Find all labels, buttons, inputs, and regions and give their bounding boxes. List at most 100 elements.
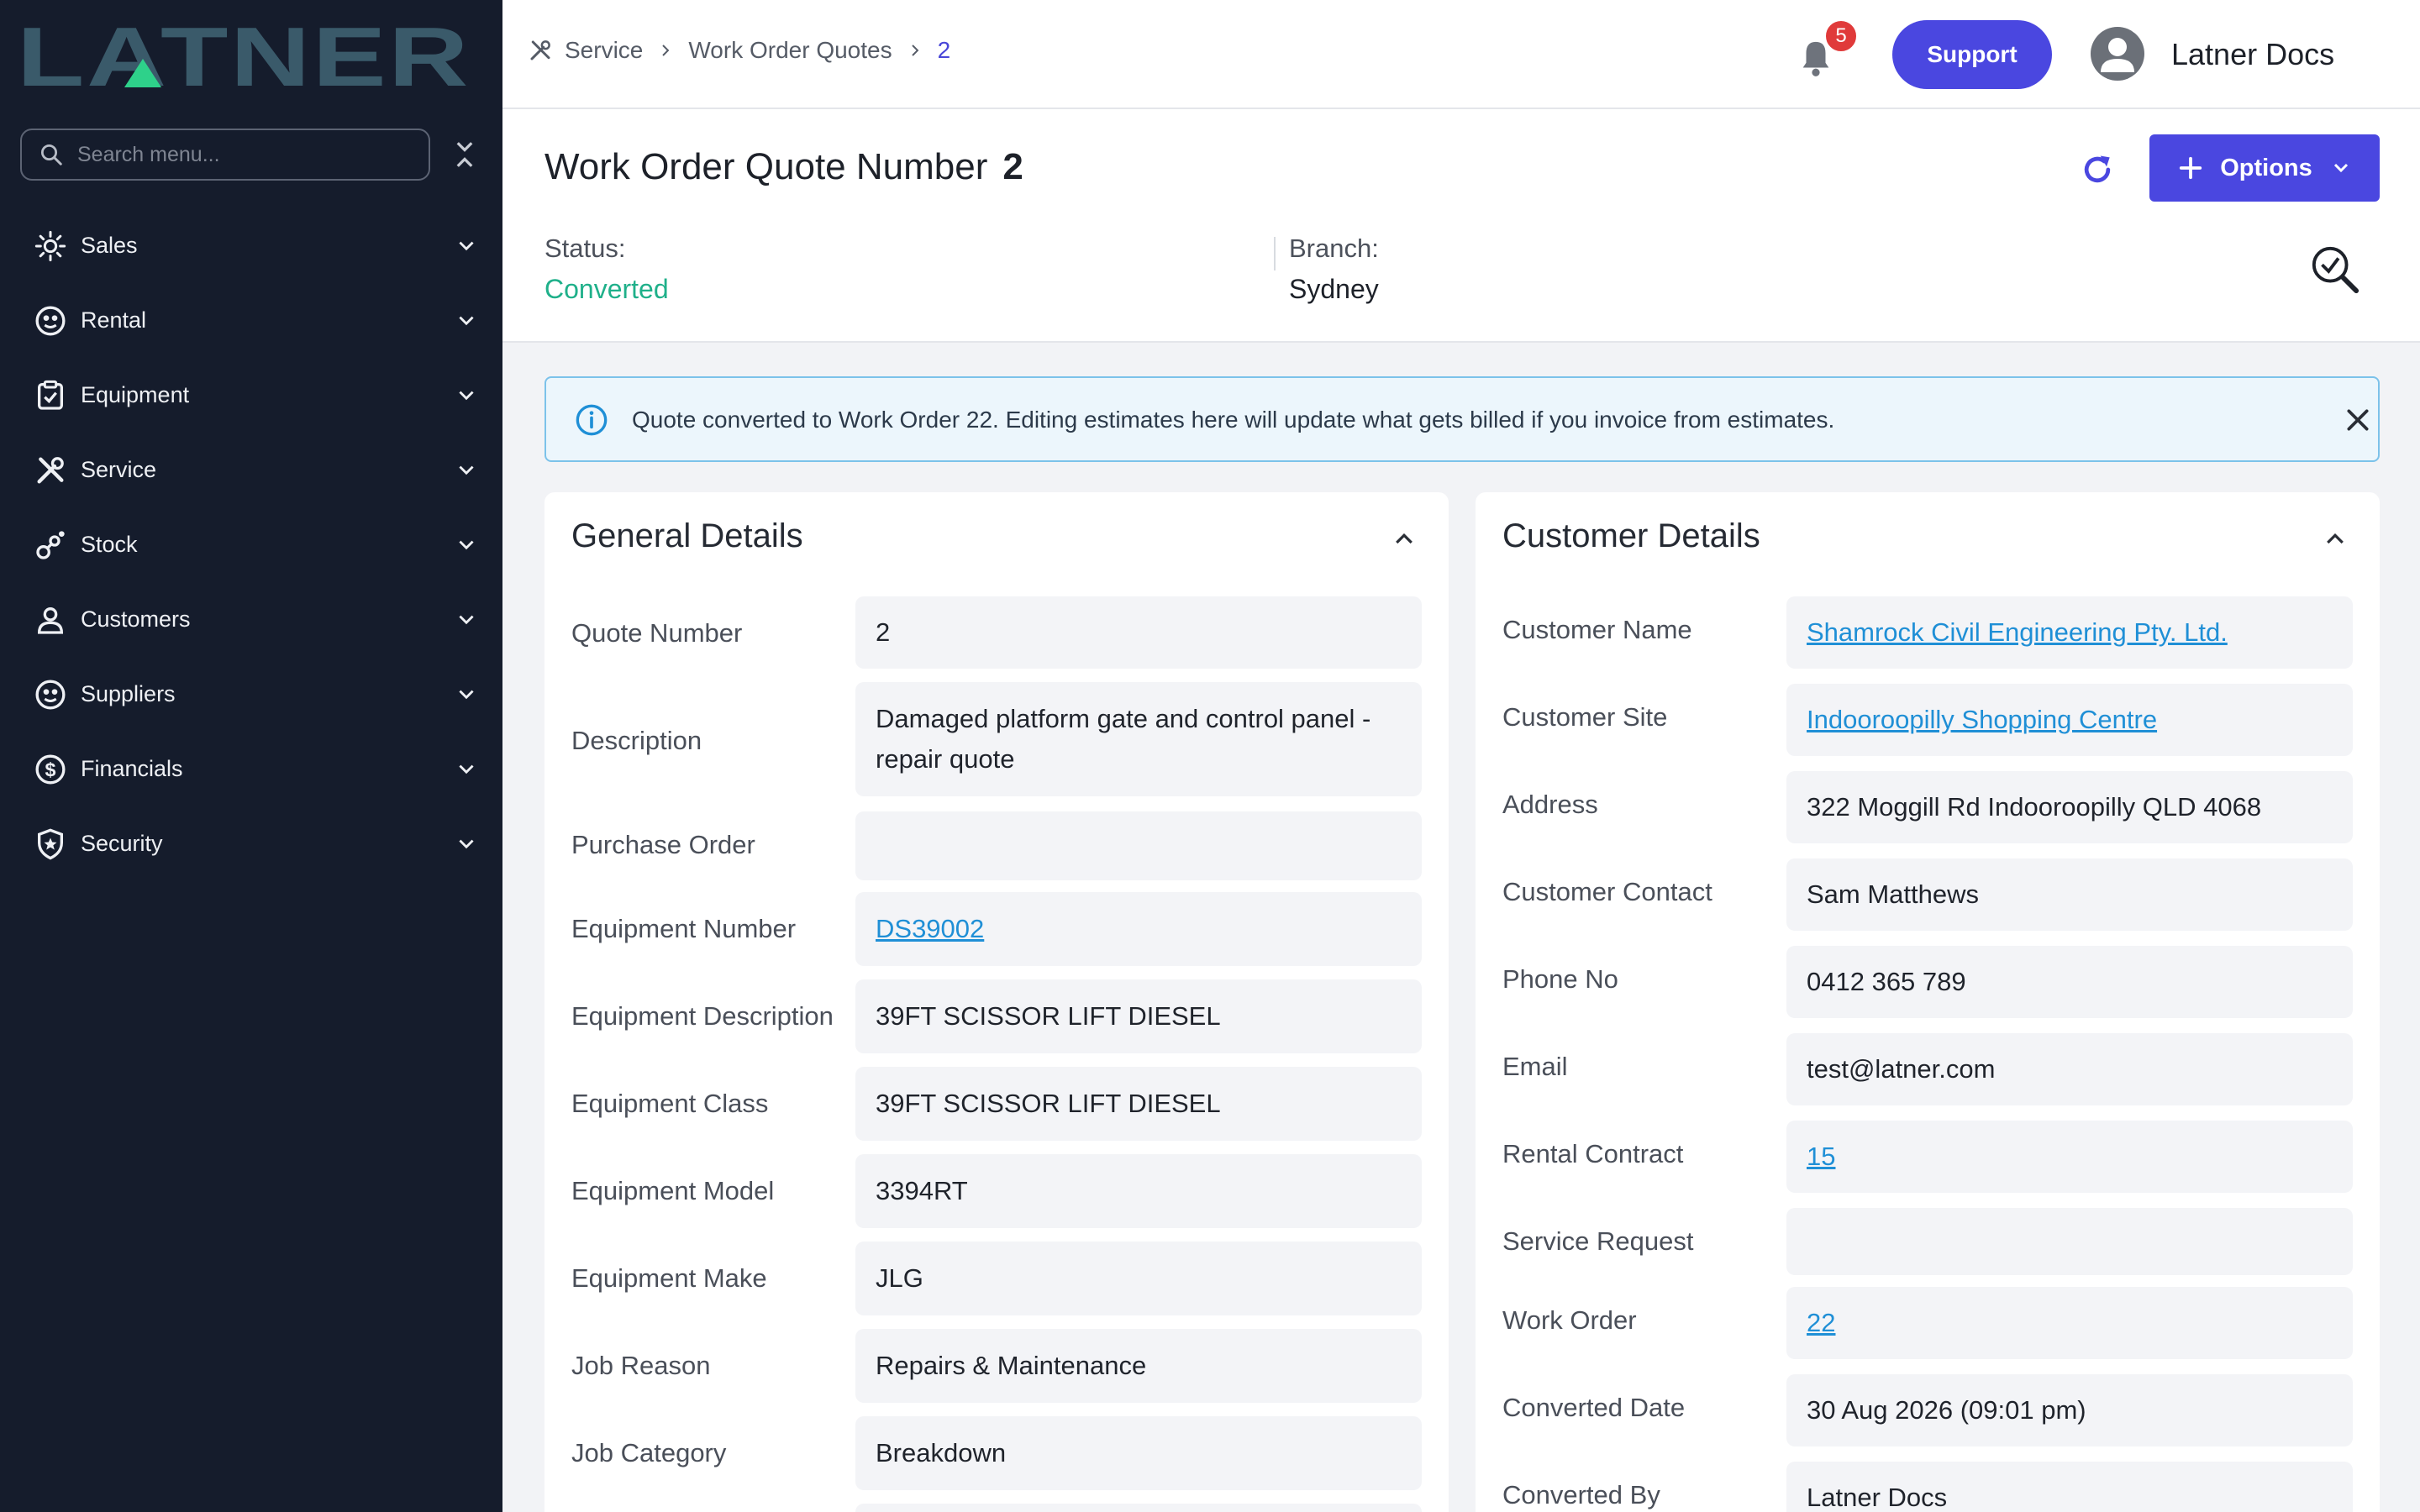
- rental-contract-link[interactable]: 15: [1807, 1137, 1835, 1177]
- equipment-number-field[interactable]: DS39002: [855, 892, 1422, 966]
- sidebar-item-label: Equipment: [81, 382, 190, 407]
- equipment-class-field[interactable]: 39FT SCISSOR LIFT DIESEL: [855, 1067, 1422, 1141]
- sales-icon: [32, 228, 69, 265]
- chevron-down-icon: [459, 241, 474, 251]
- rental-contract-field[interactable]: 15: [1786, 1121, 2353, 1193]
- customer-name-field[interactable]: Shamrock Civil Engineering Pty. Ltd.: [1786, 596, 2353, 669]
- search-menu[interactable]: [20, 129, 430, 181]
- sidebar-item-label: Security: [81, 831, 163, 856]
- sidebar: LATNER Sales Rental Equipment Service: [0, 0, 502, 1512]
- chevron-down-icon: [459, 465, 474, 475]
- next-field[interactable]: [855, 1504, 1422, 1512]
- sidebar-item-security[interactable]: Security: [0, 806, 502, 881]
- job-category-field[interactable]: Breakdown: [855, 1416, 1422, 1490]
- chevron-down-icon: [459, 839, 474, 849]
- sidebar-item-rental[interactable]: Rental: [0, 283, 502, 358]
- breadcrumb-work-order-quotes[interactable]: Work Order Quotes: [688, 37, 892, 64]
- chevron-down-icon: [459, 540, 474, 550]
- options-label: Options: [2220, 154, 2312, 181]
- phone-field[interactable]: 0412 365 789: [1786, 946, 2353, 1018]
- breadcrumb-service[interactable]: Service: [565, 37, 643, 64]
- customer-contact-field[interactable]: Sam Matthews: [1786, 858, 2353, 931]
- search-menu-input[interactable]: [77, 142, 397, 167]
- sidebar-item-sales[interactable]: Sales: [0, 208, 502, 283]
- sidebar-item-suppliers[interactable]: Suppliers: [0, 657, 502, 732]
- refresh-icon[interactable]: [2079, 151, 2116, 188]
- service-request-field[interactable]: [1786, 1208, 2353, 1275]
- status-label: Status:: [544, 234, 626, 263]
- description-field[interactable]: Damaged platform gate and control panel …: [855, 682, 1422, 796]
- status-badge: Converted: [544, 274, 669, 304]
- quote-number: 2: [1002, 146, 1023, 187]
- page-title: Work Order Quote Number 2: [544, 146, 1023, 188]
- sidebar-nav: Sales Rental Equipment Service Stock Cus…: [0, 208, 502, 881]
- support-button[interactable]: Support: [1892, 20, 2052, 89]
- collapse-sidebar-icon[interactable]: [450, 136, 479, 173]
- address-field[interactable]: 322 Moggill Rd Indooroopilly QLD 4068: [1786, 771, 2353, 843]
- field-label: Job Reason: [571, 1351, 711, 1380]
- work-order-link[interactable]: 22: [1807, 1303, 1835, 1343]
- field-label: Converted By: [1502, 1480, 1660, 1509]
- breadcrumb-current: 2: [937, 37, 951, 63]
- sidebar-item-customers[interactable]: Customers: [0, 582, 502, 657]
- equipment-number-link[interactable]: DS39002: [876, 909, 984, 949]
- sidebar-item-service[interactable]: Service: [0, 433, 502, 507]
- quote-number-field[interactable]: 2: [855, 596, 1422, 669]
- breadcrumb: Service Work Order Quotes 2: [528, 37, 950, 64]
- stock-icon: [32, 527, 69, 564]
- field-label: Purchase Order: [571, 830, 755, 859]
- equipment-make-field[interactable]: JLG: [855, 1242, 1422, 1315]
- latner-logo[interactable]: LATNER: [17, 20, 471, 91]
- top-bar: Service Work Order Quotes 2 5 Support La…: [502, 0, 2420, 109]
- user-name[interactable]: Latner Docs: [2171, 37, 2334, 72]
- field-label: Quote Number: [571, 618, 743, 648]
- field-label: Phone No: [1502, 964, 1618, 994]
- chevron-right-icon: [662, 45, 670, 56]
- user-icon: [2101, 38, 2134, 72]
- field-label: Converted Date: [1502, 1393, 1686, 1422]
- chevron-down-icon: [2333, 163, 2348, 173]
- branch-value: Sydney: [1289, 274, 1379, 304]
- chevron-up-icon[interactable]: [2323, 526, 2348, 551]
- customer-details-title: Customer Details: [1502, 517, 1760, 554]
- chevron-down-icon: [459, 615, 474, 625]
- email-field[interactable]: test@latner.com: [1786, 1033, 2353, 1105]
- customer-name-link[interactable]: Shamrock Civil Engineering Pty. Ltd.: [1807, 612, 2228, 653]
- general-details-title: General Details: [571, 517, 803, 554]
- field-label: Service Request: [1502, 1226, 1694, 1256]
- chevron-down-icon: [459, 391, 474, 401]
- plus-icon: [2180, 156, 2202, 180]
- sidebar-item-label: Rental: [81, 307, 147, 333]
- chevron-down-icon: [459, 764, 474, 774]
- sidebar-item-label: Financials: [81, 756, 183, 781]
- chevron-up-icon[interactable]: [1392, 526, 1417, 551]
- field-label: Equipment Class: [571, 1089, 769, 1118]
- page-title-text: Work Order Quote Number: [544, 146, 988, 187]
- equipment-description-field[interactable]: 39FT SCISSOR LIFT DIESEL: [855, 979, 1422, 1053]
- field-label: Equipment Model: [571, 1176, 775, 1205]
- close-icon[interactable]: [2344, 407, 2371, 433]
- sidebar-item-financials[interactable]: $ Financials: [0, 732, 502, 806]
- chevron-down-icon: [459, 316, 474, 326]
- purchase-order-field[interactable]: [855, 811, 1422, 880]
- general-details-card: General Details Quote Number 2 Descripti…: [544, 492, 1449, 1512]
- inspect-search-icon[interactable]: [2309, 244, 2361, 296]
- field-label: Customer Site: [1502, 702, 1668, 732]
- sidebar-item-equipment[interactable]: Equipment: [0, 358, 502, 433]
- converted-by-field[interactable]: Latner Docs: [1786, 1462, 2353, 1512]
- job-reason-field[interactable]: Repairs & Maintenance: [855, 1329, 1422, 1403]
- customer-site-link[interactable]: Indooroopilly Shopping Centre: [1807, 700, 2157, 740]
- field-label: Rental Contract: [1502, 1139, 1684, 1168]
- customer-details-card: Customer Details Customer Name Shamrock …: [1476, 492, 2380, 1512]
- options-button[interactable]: Options: [2149, 134, 2380, 202]
- sidebar-item-stock[interactable]: Stock: [0, 507, 502, 582]
- info-alert: Quote converted to Work Order 22. Editin…: [544, 376, 2380, 462]
- customer-site-field[interactable]: Indooroopilly Shopping Centre: [1786, 684, 2353, 756]
- field-label: Description: [571, 726, 702, 755]
- notification-badge: 5: [1823, 18, 1859, 54]
- equipment-model-field[interactable]: 3394RT: [855, 1154, 1422, 1228]
- customers-icon: [32, 601, 69, 638]
- avatar[interactable]: [2091, 27, 2144, 81]
- converted-date-field[interactable]: 30 Aug 2026 (09:01 pm): [1786, 1374, 2353, 1446]
- work-order-field[interactable]: 22: [1786, 1287, 2353, 1359]
